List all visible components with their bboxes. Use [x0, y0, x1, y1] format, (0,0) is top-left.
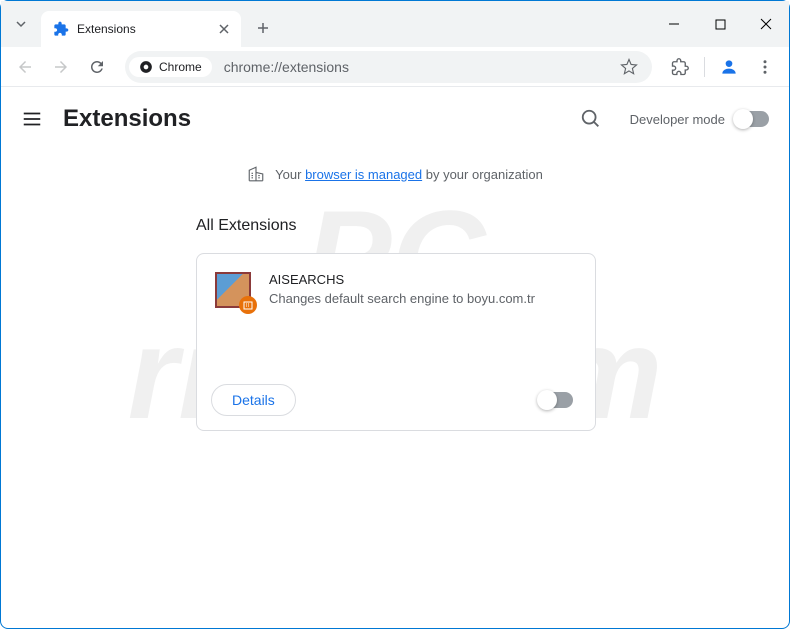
page-title: Extensions: [63, 105, 552, 133]
reload-button[interactable]: [81, 51, 113, 83]
building-icon: [247, 165, 265, 183]
window-titlebar: Extensions: [1, 1, 789, 47]
search-icon[interactable]: [572, 100, 610, 138]
url-text: chrome://extensions: [212, 59, 610, 75]
managed-badge-icon: [239, 296, 257, 314]
section-title: All Extensions: [196, 217, 594, 235]
bookmark-star-icon[interactable]: [610, 58, 648, 76]
tab-close-icon[interactable]: [219, 24, 229, 34]
chrome-chip: Chrome: [129, 57, 212, 77]
forward-button: [45, 51, 77, 83]
back-button: [9, 51, 41, 83]
managed-banner: Your browser is managed by your organiza…: [1, 151, 789, 197]
developer-mode-label: Developer mode: [630, 112, 725, 127]
developer-mode-control: Developer mode: [630, 111, 769, 127]
extensions-button[interactable]: [664, 51, 696, 83]
menu-button[interactable]: [749, 51, 781, 83]
managed-link[interactable]: browser is managed: [305, 167, 422, 182]
new-tab-button[interactable]: [249, 14, 277, 42]
extensions-content: All Extensions AISEARCHS Changes default…: [1, 197, 789, 451]
details-button[interactable]: Details: [211, 384, 296, 416]
profile-button[interactable]: [713, 51, 745, 83]
developer-mode-toggle[interactable]: [735, 111, 769, 127]
toolbar-separator: [704, 57, 705, 77]
managed-text: Your browser is managed by your organiza…: [275, 167, 543, 182]
extension-card: AISEARCHS Changes default search engine …: [196, 253, 596, 431]
extension-app-icon: [215, 272, 251, 308]
tab-title: Extensions: [77, 22, 211, 36]
browser-tab[interactable]: Extensions: [41, 11, 241, 47]
window-close-button[interactable]: [743, 1, 789, 47]
chrome-icon: [139, 60, 153, 74]
window-minimize-button[interactable]: [651, 1, 697, 47]
page-header: Extensions Developer mode: [1, 87, 789, 151]
browser-toolbar: Chrome chrome://extensions: [1, 47, 789, 87]
chrome-chip-label: Chrome: [159, 60, 202, 74]
hamburger-menu-icon[interactable]: [21, 108, 43, 130]
tab-search-dropdown[interactable]: [1, 1, 41, 47]
extension-icon: [53, 21, 69, 37]
extension-enable-toggle[interactable]: [539, 392, 573, 408]
address-bar[interactable]: Chrome chrome://extensions: [125, 51, 652, 83]
extension-description: Changes default search engine to boyu.co…: [269, 291, 535, 306]
window-maximize-button[interactable]: [697, 1, 743, 47]
extension-name: AISEARCHS: [269, 272, 535, 287]
